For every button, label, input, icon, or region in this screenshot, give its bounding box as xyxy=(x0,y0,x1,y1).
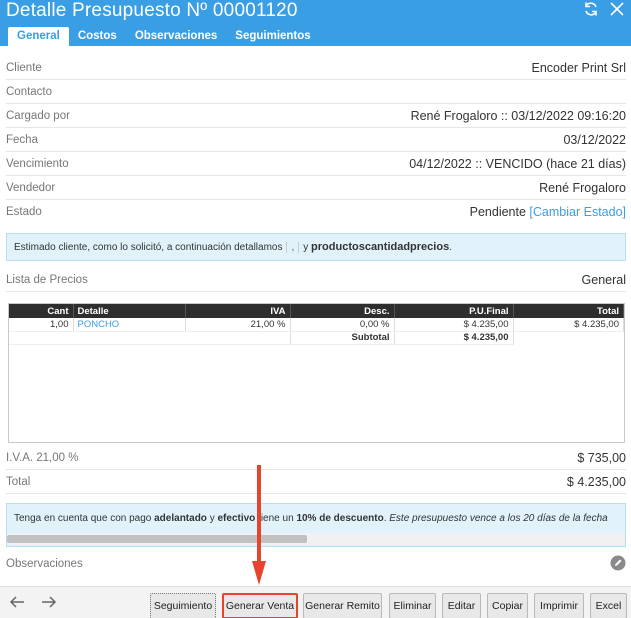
col-iva[interactable]: IVA xyxy=(185,304,291,318)
subtotal-label: Subtotal xyxy=(290,331,395,345)
table-row[interactable]: 1,00 PONCHO 21,00 % 0,00 % $ 4.235,00 $ … xyxy=(9,318,624,332)
promo-bold-3: 10% de descuento xyxy=(296,513,384,524)
notice-mid: y xyxy=(303,241,309,253)
field-label: Estado xyxy=(6,206,42,218)
field-label: Lista de Precios xyxy=(6,273,88,286)
field-cliente: Cliente Encoder Print Srl xyxy=(6,56,626,80)
field-vendedor: Vendedor René Frogaloro xyxy=(6,176,626,200)
copiar-button[interactable]: Copiar xyxy=(487,593,528,618)
generar-remito-button[interactable]: Generar Remito xyxy=(303,593,382,618)
field-observaciones: Observaciones xyxy=(6,552,626,576)
field-fecha: Fecha 03/12/2022 xyxy=(6,128,626,152)
promo-text-1: Tenga en cuenta que con pago xyxy=(14,513,155,524)
iva-amount: $ 735,00 xyxy=(577,450,626,465)
field-label: I.V.A. 21,00 % xyxy=(6,451,79,464)
field-label: Cliente xyxy=(6,61,42,74)
field-vencimiento: Vencimiento 04/12/2022 :: VENCIDO (hace … xyxy=(6,152,626,176)
excel-button[interactable]: Excel xyxy=(590,593,627,618)
tab-seguimientos[interactable]: Seguimientos xyxy=(226,27,319,46)
col-cant[interactable]: Cant xyxy=(9,304,74,318)
close-icon[interactable] xyxy=(609,1,625,22)
refresh-icon[interactable] xyxy=(583,1,599,22)
seguimiento-button[interactable]: Seguimiento xyxy=(150,593,216,618)
items-table: Cant Detalle IVA Desc. P.U.Final Total 1… xyxy=(9,304,624,345)
tab-observaciones[interactable]: Observaciones xyxy=(126,27,226,46)
field-label: Cargado por xyxy=(6,109,70,122)
field-value: 03/12/2022 xyxy=(563,132,626,147)
notice-separator: , xyxy=(286,241,300,253)
horizontal-scrollbar[interactable] xyxy=(7,533,625,545)
cell-cant: 1,00 xyxy=(9,318,74,332)
field-estado: Estado Pendiente [Cambiar Estado] xyxy=(6,200,626,224)
cambiar-estado-link[interactable]: [Cambiar Estado] xyxy=(529,205,626,219)
field-value: René Frogaloro :: 03/12/2022 09:16:20 xyxy=(410,108,626,123)
cell-total: $ 4.235,00 xyxy=(513,318,624,332)
cell-detalle[interactable]: PONCHO xyxy=(73,318,186,332)
col-detalle[interactable]: Detalle xyxy=(73,304,186,318)
notice-suffix: . xyxy=(449,241,452,253)
pencil-icon[interactable] xyxy=(610,555,626,574)
subtotal-row: Subtotal $ 4.235,00 xyxy=(9,331,624,345)
col-total[interactable]: Total xyxy=(513,304,624,318)
subtotal-value: $ 4.235,00 xyxy=(394,331,514,345)
field-contacto: Contacto xyxy=(6,80,626,104)
intro-notice: Estimado cliente, como lo solicitó, a co… xyxy=(6,233,626,261)
promo-bold-2: efectivo xyxy=(217,513,256,524)
items-grid: Cant Detalle IVA Desc. P.U.Final Total 1… xyxy=(8,303,625,443)
estado-value-wrap: Pendiente [Cambiar Estado] xyxy=(470,205,626,219)
field-label: Total xyxy=(6,475,31,488)
cell-desc: 0,00 % xyxy=(290,318,395,332)
field-label: Vencimiento xyxy=(6,157,69,170)
promo-text-2: y xyxy=(206,513,218,524)
cell-pu: $ 4.235,00 xyxy=(394,318,514,332)
notice-prefix: Estimado cliente, como lo solicitó, a co… xyxy=(14,241,283,253)
estado-value: Pendiente xyxy=(469,205,526,219)
payment-notice: Tenga en cuenta que con pago adelantado … xyxy=(6,503,626,547)
arrow-left-icon[interactable] xyxy=(8,593,26,616)
tab-bar: General Costos Observaciones Seguimiento… xyxy=(8,27,320,46)
eliminar-button[interactable]: Eliminar xyxy=(389,593,436,618)
editar-button[interactable]: Editar xyxy=(442,593,481,618)
vencimiento-status: 04/12/2022 :: VENCIDO (hace 21 días) xyxy=(409,156,626,171)
notice-bold: productoscantidadprecios xyxy=(311,241,450,253)
promo-italic: Este presupuesto vence a los 20 días de … xyxy=(389,513,608,524)
generar-venta-button[interactable]: Generar Venta xyxy=(222,593,298,618)
window-header: Detalle Presupuesto Nº 00001120 General … xyxy=(0,0,631,46)
table-header-row: Cant Detalle IVA Desc. P.U.Final Total xyxy=(9,304,624,318)
arrow-right-icon[interactable] xyxy=(40,593,58,616)
col-desc[interactable]: Desc. xyxy=(290,304,395,318)
tab-general[interactable]: General xyxy=(8,27,69,46)
cliente-link[interactable]: Encoder Print Srl xyxy=(532,61,626,75)
field-value: René Frogaloro xyxy=(539,180,626,195)
payment-notice-text: Tenga en cuenta que con pago adelantado … xyxy=(14,513,608,524)
cell-iva: 21,00 % xyxy=(185,318,291,332)
field-lista-precios: Lista de Precios General xyxy=(6,268,626,292)
tab-costos[interactable]: Costos xyxy=(69,27,126,46)
promo-bold-1: adelantado xyxy=(154,513,207,524)
field-total: Total $ 4.235,00 xyxy=(6,470,626,494)
field-label: Fecha xyxy=(6,133,38,146)
imprimir-button[interactable]: Imprimir xyxy=(534,593,584,618)
field-label: Observaciones xyxy=(6,558,83,570)
field-label: Contacto xyxy=(6,85,53,98)
total-amount: $ 4.235,00 xyxy=(566,474,626,489)
field-cargado-por: Cargado por René Frogaloro :: 03/12/2022… xyxy=(6,104,626,128)
header-icons xyxy=(583,1,625,22)
field-iva: I.V.A. 21,00 % $ 735,00 xyxy=(6,446,626,470)
field-label: Vendedor xyxy=(6,181,56,194)
annotation-arrow-icon xyxy=(252,465,266,585)
field-value: General xyxy=(581,272,626,287)
page-title: Detalle Presupuesto Nº 00001120 xyxy=(6,0,298,21)
col-pu-final[interactable]: P.U.Final xyxy=(394,304,514,318)
